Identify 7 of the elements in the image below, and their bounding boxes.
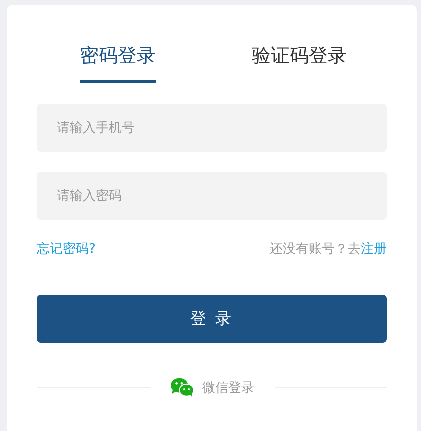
input-field[interactable]: 请输入手机号 (37, 104, 387, 152)
login-button[interactable]: 登 录 (37, 295, 387, 343)
login-tab[interactable]: 密码登录 (80, 43, 156, 83)
login-tab[interactable]: 验证码登录 (252, 43, 347, 83)
wechat-icon[interactable] (170, 377, 194, 398)
input-field[interactable]: 请输入密码 (37, 172, 387, 220)
register-prompt: 还没有账号？去 (270, 242, 361, 257)
